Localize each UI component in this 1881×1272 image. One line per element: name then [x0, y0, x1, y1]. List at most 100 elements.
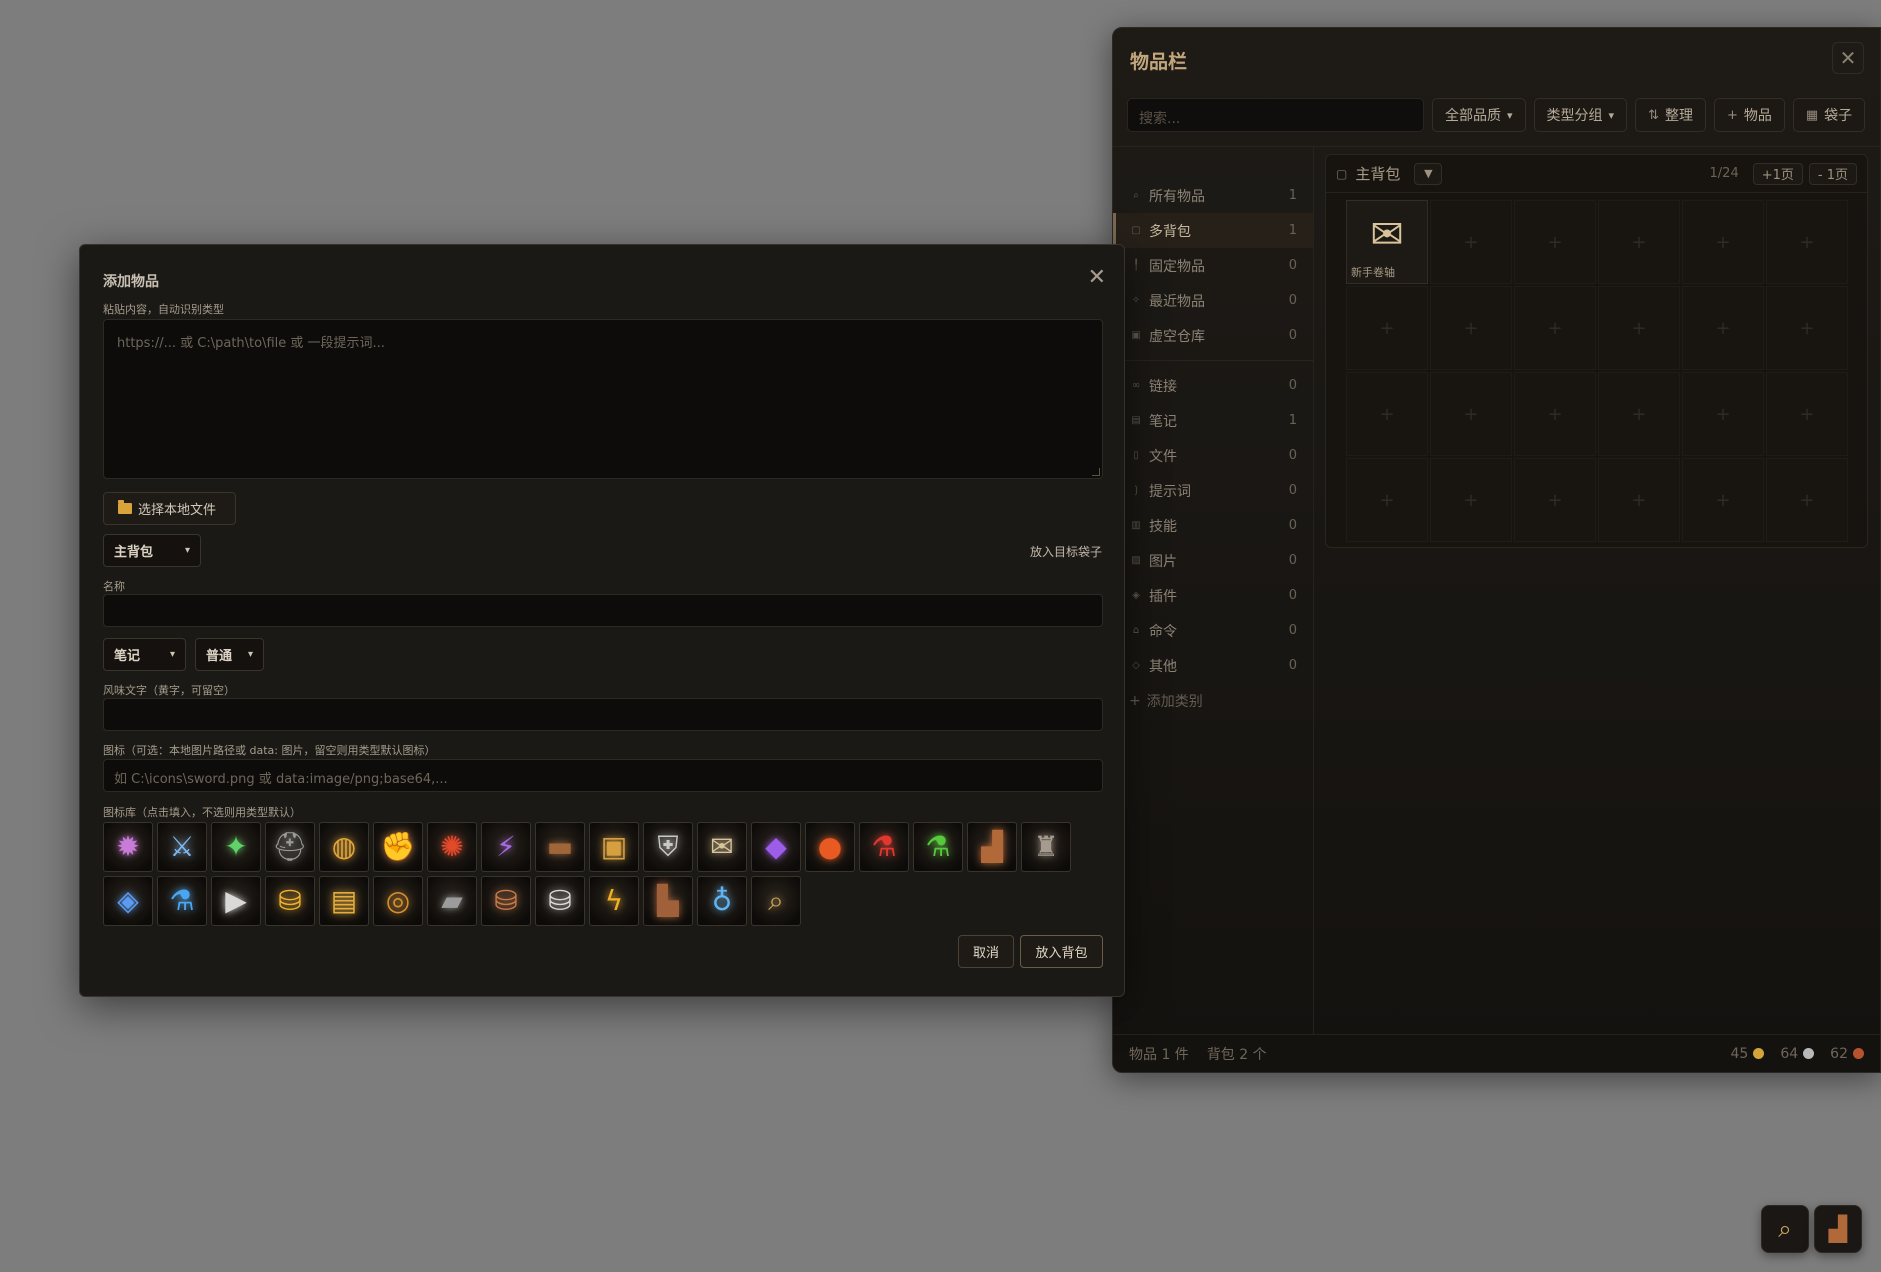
icon-library-item[interactable]: ⚗	[859, 822, 909, 872]
icon-library-item[interactable]: ⛁	[535, 876, 585, 926]
bag-slot-empty[interactable]: +	[1346, 286, 1428, 370]
bag-slot-item[interactable]: ✉ 新手卷轴	[1346, 200, 1428, 284]
sidebar-item-links[interactable]: ∞ 链接 0	[1113, 368, 1313, 403]
icon-library-item[interactable]: ✦	[211, 822, 261, 872]
bag-slot-empty[interactable]: +	[1682, 372, 1764, 456]
icon-library-item[interactable]: ▰	[427, 876, 477, 926]
icon-library-item[interactable]: ♁	[697, 876, 747, 926]
icon-library-item[interactable]: ⚔	[157, 822, 207, 872]
sidebar-item-other[interactable]: ◇ 其他 0	[1113, 648, 1313, 683]
icon-library-item[interactable]: ▬	[535, 822, 585, 872]
icon-library-item[interactable]: ▶	[211, 876, 261, 926]
type-select[interactable]: 笔记 ▾	[103, 638, 186, 671]
add-item-button[interactable]: + 物品	[1713, 98, 1785, 132]
target-bag-select[interactable]: 主背包 ▾	[103, 534, 201, 567]
plus-icon: +	[1726, 107, 1738, 123]
icon-library-item[interactable]: ⛁	[265, 876, 315, 926]
icon-library-item[interactable]: ⌕	[751, 876, 801, 926]
sidebar-item-pinned[interactable]: ╿ 固定物品 0	[1113, 248, 1313, 283]
bag-slot-empty[interactable]: +	[1766, 286, 1848, 370]
bag-slot-empty[interactable]: +	[1430, 286, 1512, 370]
sidebar-item-notes[interactable]: ▤ 笔记 1	[1113, 403, 1313, 438]
paste-textarea[interactable]: https://... 或 C:\path\to\file 或 一段提示词...	[103, 319, 1103, 479]
dock-button-backpack[interactable]: ▟	[1814, 1205, 1862, 1253]
quality-filter-select[interactable]: 全部品质 ▾	[1432, 98, 1526, 132]
bag-slot-empty[interactable]: +	[1682, 286, 1764, 370]
icon-path-input[interactable]: 如 C:\icons\sword.png 或 data:image/png;ba…	[103, 759, 1103, 792]
close-icon: ✕	[1087, 265, 1106, 290]
icon-library-item[interactable]: ⛁	[481, 876, 531, 926]
sidebar-item-prompts[interactable]: ❳ 提示词 0	[1113, 473, 1313, 508]
prev-page-button[interactable]: - 1页	[1808, 162, 1857, 185]
arcane-claw-icon: ⚡	[496, 830, 516, 863]
bag-slot-empty[interactable]: +	[1682, 458, 1764, 542]
next-page-button[interactable]: +1页	[1752, 162, 1803, 185]
sidebar-item-plugins[interactable]: ◈ 插件 0	[1113, 578, 1313, 613]
icon-library-item[interactable]: ϟ	[589, 876, 639, 926]
dialog-close-button[interactable]: ✕	[1088, 265, 1106, 290]
name-input[interactable]	[103, 594, 1103, 627]
icon-library-item[interactable]: ⚗	[157, 876, 207, 926]
bag-slot-empty[interactable]: +	[1514, 458, 1596, 542]
icon-library-item[interactable]: ⛑	[265, 822, 315, 872]
bag-slot-empty[interactable]: +	[1598, 200, 1680, 284]
bag-slot-empty[interactable]: +	[1430, 372, 1512, 456]
sidebar-item-multi-bag[interactable]: ▢ 多背包 1	[1113, 213, 1313, 248]
icon-library-item[interactable]: ✹	[103, 822, 153, 872]
icon-library-item[interactable]: ⚡	[481, 822, 531, 872]
sidebar-item-files[interactable]: ▯ 文件 0	[1113, 438, 1313, 473]
inventory-close-button[interactable]: ✕	[1832, 42, 1864, 74]
icon-library-item[interactable]: ◍	[319, 822, 369, 872]
bag-slot-empty[interactable]: +	[1598, 372, 1680, 456]
sidebar-item-recent[interactable]: ✧ 最近物品 0	[1113, 283, 1313, 318]
bag-slot-empty[interactable]: +	[1430, 200, 1512, 284]
bag-slot-empty[interactable]: +	[1766, 200, 1848, 284]
icon-library-item[interactable]: ▟	[967, 822, 1017, 872]
bag-slot-empty[interactable]: +	[1346, 458, 1428, 542]
bag-slot-empty[interactable]: +	[1682, 200, 1764, 284]
icon-library-item[interactable]: ▙	[643, 876, 693, 926]
icon-library-item[interactable]: ◆	[751, 822, 801, 872]
icon-library-item[interactable]: ✊	[373, 822, 423, 872]
icon-library-item[interactable]: ◈	[103, 876, 153, 926]
confirm-button[interactable]: 放入背包	[1020, 935, 1103, 968]
bag-dropdown-button[interactable]: ▼	[1414, 162, 1443, 185]
resize-grip-icon[interactable]	[1092, 468, 1100, 476]
bag-slot-empty[interactable]: +	[1346, 372, 1428, 456]
bag-slot-empty[interactable]: +	[1514, 372, 1596, 456]
sort-button[interactable]: ⇅ 整理	[1635, 98, 1706, 132]
flavor-input[interactable]	[103, 698, 1103, 731]
icon-library-item[interactable]: ✉	[697, 822, 747, 872]
sidebar-item-images[interactable]: ▨ 图片 0	[1113, 543, 1313, 578]
add-category-button[interactable]: + 添加类别	[1113, 683, 1313, 718]
icon-library-item[interactable]: ⚗	[913, 822, 963, 872]
sidebar-item-all[interactable]: ⌕ 所有物品 1	[1113, 178, 1313, 213]
bag-slot-empty[interactable]: +	[1430, 458, 1512, 542]
icon-library-item[interactable]: ✺	[427, 822, 477, 872]
sidebar-item-vault[interactable]: ▣ 虚空仓库 0	[1113, 318, 1313, 353]
bag-slot-empty[interactable]: +	[1514, 200, 1596, 284]
icon-library-item[interactable]: ●	[805, 822, 855, 872]
icon-library-item[interactable]: ♜	[1021, 822, 1071, 872]
bag-name: 主背包	[1355, 165, 1401, 183]
quality-select[interactable]: 普通 ▾	[195, 638, 264, 671]
icon-library-item[interactable]: ◎	[373, 876, 423, 926]
bag-slot-empty[interactable]: +	[1598, 458, 1680, 542]
silver-coin-icon	[1803, 1048, 1815, 1059]
dock-button-spyglass[interactable]: ⌕	[1761, 1205, 1809, 1253]
inventory-search-input[interactable]: 搜索...	[1127, 98, 1424, 132]
icon-library-item[interactable]: ⛨	[643, 822, 693, 872]
bag-slot-empty[interactable]: +	[1766, 458, 1848, 542]
group-select[interactable]: 类型分组 ▾	[1533, 98, 1628, 132]
bag-slot-empty[interactable]: +	[1766, 372, 1848, 456]
bag-slot-empty[interactable]: +	[1598, 286, 1680, 370]
icon-library-item[interactable]: ▤	[319, 876, 369, 926]
bag-slot-empty[interactable]: +	[1514, 286, 1596, 370]
choose-file-button[interactable]: 选择本地文件	[103, 492, 236, 525]
bags-button[interactable]: ▦ 袋子	[1792, 98, 1866, 132]
sidebar-item-commands[interactable]: ⌂ 命令 0	[1113, 613, 1313, 648]
film-icon: ▶	[225, 884, 247, 917]
sidebar-item-skills[interactable]: ▥ 技能 0	[1113, 508, 1313, 543]
cancel-button[interactable]: 取消	[958, 935, 1014, 968]
icon-library-item[interactable]: ▣	[589, 822, 639, 872]
